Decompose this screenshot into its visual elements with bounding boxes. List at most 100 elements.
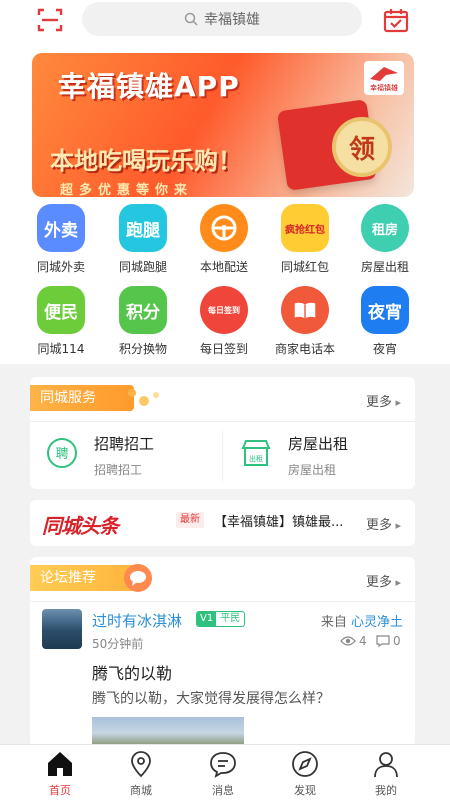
level-name: 平民 — [220, 613, 241, 624]
post-image[interactable] — [92, 717, 244, 747]
post-views: 4 — [340, 634, 367, 648]
divider — [30, 421, 415, 422]
grid-item-errand[interactable]: 跑腿 同城跑腿 — [103, 204, 183, 280]
post-time: 50分钟前 — [92, 637, 144, 651]
map-pin-icon — [131, 751, 151, 778]
bottom-nav: 首页 商城 消息 发现 我的 — [0, 744, 450, 800]
message-icon — [210, 752, 236, 778]
decor-dots-icon — [128, 389, 159, 406]
grid-label: 每日签到 — [199, 342, 248, 356]
search-icon — [184, 12, 198, 26]
post-source: 来自 心灵净土 — [321, 611, 403, 630]
grid-label: 同城外卖 — [36, 260, 85, 274]
grid-item-rental[interactable]: 租房 房屋出租 — [345, 204, 425, 280]
city-headlines-card[interactable]: 同城头条 最新 【幸福镇雄】镇雄最... 更多 — [30, 500, 415, 546]
nav-label: 首页 — [49, 784, 71, 797]
convenience-icon: 便民 — [37, 286, 85, 334]
level-v: V1 — [197, 612, 217, 626]
grid-item-night-snack[interactable]: 夜宵 夜宵 — [345, 286, 425, 362]
post-source-label: 来自 — [320, 615, 347, 630]
nav-messages[interactable]: 消息 — [193, 749, 253, 799]
views-count: 4 — [359, 634, 367, 648]
scan-icon[interactable] — [36, 6, 64, 34]
recruit-icon-text: 聘 — [55, 447, 68, 462]
home-icon — [48, 752, 72, 776]
points-icon: 积分 — [119, 286, 167, 334]
red-packet-icon: 疯抢红包 — [281, 204, 329, 252]
grid-item-delivery[interactable]: 本地配送 — [184, 204, 264, 280]
service-rental[interactable]: 出租 房屋出租 房屋出租 — [224, 431, 404, 485]
grid-label: 同城跑腿 — [118, 260, 167, 274]
post-body[interactable]: 腾飞的以勒，大家觉得发展得怎么样？ — [92, 688, 330, 708]
grid-label: 房屋出租 — [360, 260, 409, 274]
banner-subtitle: 本地吃喝玩乐购！ — [50, 147, 242, 175]
grid-label: 积分换物 — [118, 342, 167, 356]
promo-banner[interactable]: 幸福镇雄APP 领 本地吃喝玩乐购！ 超多优惠等你来 幸福镇雄 — [32, 53, 414, 197]
grid-label: 商家电话本 — [274, 342, 335, 356]
forum-recommend-card: 论坛推荐 更多 过时有冰淇淋 V1 平民 50分钟前 来自 心灵净土 4 — [30, 557, 415, 747]
banner-title: 幸福镇雄APP — [58, 70, 240, 103]
nav-label: 我的 — [375, 784, 397, 797]
headlines-more-link[interactable]: 更多 — [366, 514, 401, 533]
divider — [222, 431, 223, 481]
grid-item-red-packet[interactable]: 疯抢红包 同城红包 — [265, 204, 345, 280]
grid-item-phonebook[interactable]: 商家电话本 — [265, 286, 345, 362]
post-source-user[interactable]: 心灵净土 — [351, 615, 403, 630]
comment-icon — [376, 635, 390, 647]
grid-item-takeout[interactable]: 外卖 同城外卖 — [21, 204, 101, 280]
services-more-link[interactable]: 更多 — [366, 391, 401, 410]
speedometer-icon: 每日签到 — [200, 286, 248, 334]
storefront-icon-text: 出租 — [249, 454, 263, 463]
grid-item-checkin[interactable]: 每日签到 每日签到 — [184, 286, 264, 362]
nav-profile[interactable]: 我的 — [356, 749, 416, 799]
post-author[interactable]: 过时有冰淇淋 — [92, 610, 182, 631]
app-screen: 幸福镇雄 幸福镇雄APP 领 本地吃喝玩乐购！ 超多优惠等你来 幸福镇雄 外卖 … — [0, 0, 450, 800]
nav-label: 发现 — [294, 784, 316, 797]
calendar-checkin-icon[interactable] — [382, 6, 410, 34]
city-services-tag: 同城服务 — [30, 385, 134, 411]
steering-wheel-icon — [200, 204, 248, 252]
search-placeholder: 幸福镇雄 — [204, 12, 260, 28]
comments-count: 0 — [393, 634, 401, 648]
headlines-logo: 同城头条 — [42, 514, 119, 538]
rental-icon: 租房 — [361, 204, 409, 252]
grid-label: 同城114 — [37, 342, 85, 356]
compass-icon — [292, 751, 318, 777]
recruit-icon: 聘 — [47, 438, 77, 468]
service-title: 招聘招工 — [94, 435, 155, 453]
search-input[interactable]: 幸福镇雄 — [82, 2, 362, 36]
app-logo: 幸福镇雄 — [364, 61, 404, 95]
eye-icon — [340, 636, 356, 646]
user-icon — [374, 752, 398, 778]
nav-label: 商城 — [130, 784, 152, 797]
grid-item-114[interactable]: 便民 同城114 — [21, 286, 101, 362]
book-icon — [281, 286, 329, 334]
nav-discover[interactable]: 发现 — [275, 749, 335, 799]
quick-entry-grid: 外卖 同城外卖 跑腿 同城跑腿 本地配送 疯抢红包 同城红包 租房 房屋出租 便… — [0, 200, 450, 364]
grid-label: 本地配送 — [199, 260, 248, 274]
service-subtitle: 招聘招工 — [94, 463, 143, 477]
avatar[interactable] — [42, 609, 82, 649]
storefront-icon: 出租 — [241, 440, 271, 466]
grid-label: 同城红包 — [280, 260, 329, 274]
grid-item-points[interactable]: 积分 积分换物 — [103, 286, 183, 362]
divider — [30, 601, 415, 602]
city-services-card: 同城服务 更多 聘 招聘招工 招聘招工 出租 房屋出租 房屋出租 — [30, 377, 415, 489]
nav-mall[interactable]: 商城 — [111, 749, 171, 799]
nav-label: 消息 — [212, 784, 234, 797]
service-recruitment[interactable]: 聘 招聘招工 招聘招工 — [30, 431, 210, 485]
user-level-badge: V1 平民 — [196, 611, 246, 627]
errand-icon: 跑腿 — [119, 204, 167, 252]
banner-coin: 领 — [332, 117, 392, 177]
app-logo-text: 幸福镇雄 — [370, 84, 398, 92]
banner-section: 幸福镇雄APP 领 本地吃喝玩乐购！ 超多优惠等你来 幸福镇雄 — [0, 40, 450, 200]
latest-badge: 最新 — [176, 512, 204, 528]
night-snack-icon: 夜宵 — [361, 286, 409, 334]
top-bar: 幸福镇雄 — [0, 0, 450, 40]
headline-text[interactable]: 【幸福镇雄】镇雄最... — [214, 511, 364, 530]
nav-home[interactable]: 首页 — [30, 749, 90, 799]
chat-bubble-icon — [124, 564, 152, 592]
service-title: 房屋出租 — [288, 435, 349, 453]
forum-more-link[interactable]: 更多 — [366, 571, 401, 590]
post-title[interactable]: 腾飞的以勒 — [92, 660, 172, 684]
